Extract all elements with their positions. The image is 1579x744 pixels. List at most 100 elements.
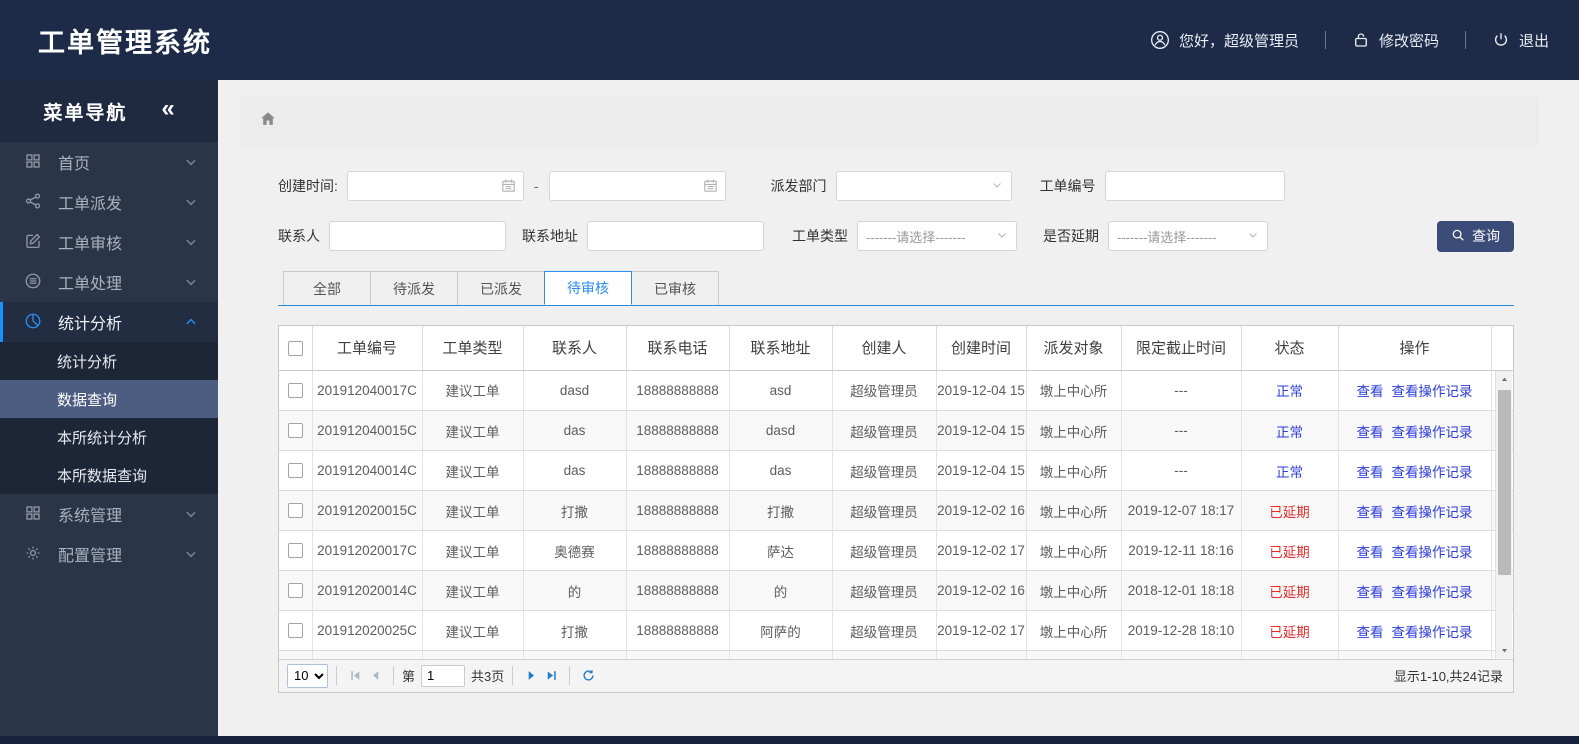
view-log-link[interactable]: 查看操作记录 xyxy=(1392,505,1473,520)
table-row: 201912020015C 建议工单 打撒 18888888888 打撒 超级管… xyxy=(279,490,1513,531)
view-log-link[interactable]: 查看操作记录 xyxy=(1392,625,1473,640)
cell-creator xyxy=(832,650,937,659)
view-log-link[interactable]: 查看操作记录 xyxy=(1392,384,1473,399)
sidebar-subitem-statistics-analysis[interactable]: 统计分析 xyxy=(0,342,218,380)
row-checkbox[interactable] xyxy=(287,543,303,559)
tab-all[interactable]: 全部 xyxy=(283,271,371,305)
next-page-icon[interactable] xyxy=(521,666,541,686)
table-scrollbar[interactable] xyxy=(1495,371,1512,658)
cell-target: 墩上中心所 xyxy=(1026,530,1122,571)
table-row-partial xyxy=(279,650,1513,659)
sidebar-item-process[interactable]: 工单处理 xyxy=(0,262,218,302)
col-header: 联系电话 xyxy=(626,326,730,371)
tab-dispatched[interactable]: 已派发 xyxy=(457,271,545,305)
cell-order-no: 201912040015C xyxy=(312,410,423,451)
contact-input[interactable] xyxy=(329,221,506,251)
sidebar-item-dispatch[interactable]: 工单派发 xyxy=(0,182,218,222)
sidebar-item-review[interactable]: 工单审核 xyxy=(0,222,218,262)
cell-deadline xyxy=(1121,650,1242,659)
table-row: 201912020014C 建议工单 的 18888888888 的 超级管理员… xyxy=(279,570,1513,611)
last-page-icon[interactable] xyxy=(541,666,561,686)
sidebar-item-config[interactable]: 配置管理 xyxy=(0,534,218,574)
sidebar-item-label: 配置管理 xyxy=(58,548,123,565)
view-link[interactable]: 查看 xyxy=(1357,545,1384,560)
sidebar-subitem-branch-data-query[interactable]: 本所数据查询 xyxy=(0,456,218,494)
home-icon[interactable] xyxy=(258,109,278,134)
view-log-link[interactable]: 查看操作记录 xyxy=(1392,425,1473,440)
select-all-cell xyxy=(279,326,313,371)
row-checkbox[interactable] xyxy=(287,503,303,519)
sidebar-item-home[interactable]: 首页 xyxy=(0,142,218,182)
date-range-separator: - xyxy=(533,178,539,194)
created-time-start-input[interactable] xyxy=(346,171,524,201)
footer-strip xyxy=(0,736,1579,744)
cell-deadline: 2019-12-11 18:16 xyxy=(1121,530,1242,571)
sidebar-subitem-branch-statistics[interactable]: 本所统计分析 xyxy=(0,418,218,456)
address-label: 联系地址 xyxy=(522,228,578,244)
first-page-icon[interactable] xyxy=(345,666,365,686)
view-link[interactable]: 查看 xyxy=(1357,425,1384,440)
scroll-down-icon[interactable] xyxy=(1496,642,1513,658)
tab-reviewed[interactable]: 已审核 xyxy=(631,271,719,305)
view-log-link[interactable]: 查看操作记录 xyxy=(1392,465,1473,480)
work-order-table-panel: 工单编号 工单类型 联系人 联系电话 联系地址 创建人 创建时间 派发对象 限定… xyxy=(278,325,1514,693)
row-checkbox[interactable] xyxy=(287,423,303,439)
scroll-up-icon[interactable] xyxy=(1496,371,1513,387)
scrollbar-thumb[interactable] xyxy=(1498,390,1511,575)
pie-icon xyxy=(24,312,44,332)
row-checkbox[interactable] xyxy=(287,623,303,639)
col-header: 联系人 xyxy=(523,326,627,371)
statistics-submenu: 统计分析 数据查询 本所统计分析 本所数据查询 xyxy=(0,342,218,494)
select-all-checkbox[interactable] xyxy=(287,340,303,356)
view-link[interactable]: 查看 xyxy=(1357,505,1384,520)
created-time-end-input[interactable] xyxy=(548,171,726,201)
search-icon xyxy=(1451,228,1465,245)
sidebar-item-statistics[interactable]: 统计分析 xyxy=(0,302,218,342)
view-link[interactable]: 查看 xyxy=(1357,625,1384,640)
order-type-select[interactable]: -------请选择------- xyxy=(857,221,1017,251)
cell-order-no: 201912020025C xyxy=(312,610,423,651)
cell-target: 墩上中心所 xyxy=(1026,370,1122,411)
chevron-up-icon xyxy=(184,315,198,329)
cell-address: 阿萨的 xyxy=(729,610,833,651)
sidebar-item-system[interactable]: 系统管理 xyxy=(0,494,218,534)
user-greeting[interactable]: 您好，超级管理员 xyxy=(1150,30,1299,51)
row-checkbox[interactable] xyxy=(287,383,303,399)
view-link[interactable]: 查看 xyxy=(1357,585,1384,600)
refresh-icon[interactable] xyxy=(578,666,598,686)
gear-icon xyxy=(24,544,44,564)
chevron-down-icon xyxy=(184,235,198,249)
change-password-button[interactable]: 修改密码 xyxy=(1352,30,1439,51)
view-link[interactable]: 查看 xyxy=(1357,465,1384,480)
delayed-value: -------请选择------- xyxy=(1117,229,1217,245)
view-link[interactable]: 查看 xyxy=(1357,384,1384,399)
cell-type: 建议工单 xyxy=(422,570,524,611)
order-type-label: 工单类型 xyxy=(792,228,848,244)
divider xyxy=(1324,31,1326,49)
page-number-input[interactable] xyxy=(421,664,466,687)
view-log-link[interactable]: 查看操作记录 xyxy=(1392,545,1473,560)
sidebar-subitem-data-query[interactable]: 数据查询 xyxy=(0,380,218,418)
cell-deadline: 2019-12-07 18:17 xyxy=(1121,490,1242,531)
cell-deadline: --- xyxy=(1121,450,1242,491)
search-button[interactable]: 查询 xyxy=(1437,220,1514,252)
status-badge: 已延期 xyxy=(1269,544,1310,560)
cell-address: 的 xyxy=(729,570,833,611)
tab-to-dispatch[interactable]: 待派发 xyxy=(370,271,458,305)
cell-created: 2019-12-02 16 xyxy=(936,570,1027,611)
created-time-start-field xyxy=(346,171,524,201)
cell-creator: 超级管理员 xyxy=(832,490,937,531)
row-checkbox[interactable] xyxy=(287,463,303,479)
row-checkbox[interactable] xyxy=(287,583,303,599)
logout-button[interactable]: 退出 xyxy=(1492,30,1549,51)
address-input[interactable] xyxy=(587,221,764,251)
dispatch-dept-select[interactable] xyxy=(835,171,1012,201)
collapse-sidebar-icon[interactable]: « xyxy=(161,97,174,121)
prev-page-icon[interactable] xyxy=(365,666,385,686)
dispatch-dept-label: 派发部门 xyxy=(770,178,827,194)
view-log-link[interactable]: 查看操作记录 xyxy=(1392,585,1473,600)
tab-to-review[interactable]: 待审核 xyxy=(544,271,632,305)
delayed-select[interactable]: -------请选择------- xyxy=(1108,221,1268,251)
page-size-select[interactable]: 10 xyxy=(287,663,328,688)
order-no-input[interactable] xyxy=(1104,171,1285,201)
